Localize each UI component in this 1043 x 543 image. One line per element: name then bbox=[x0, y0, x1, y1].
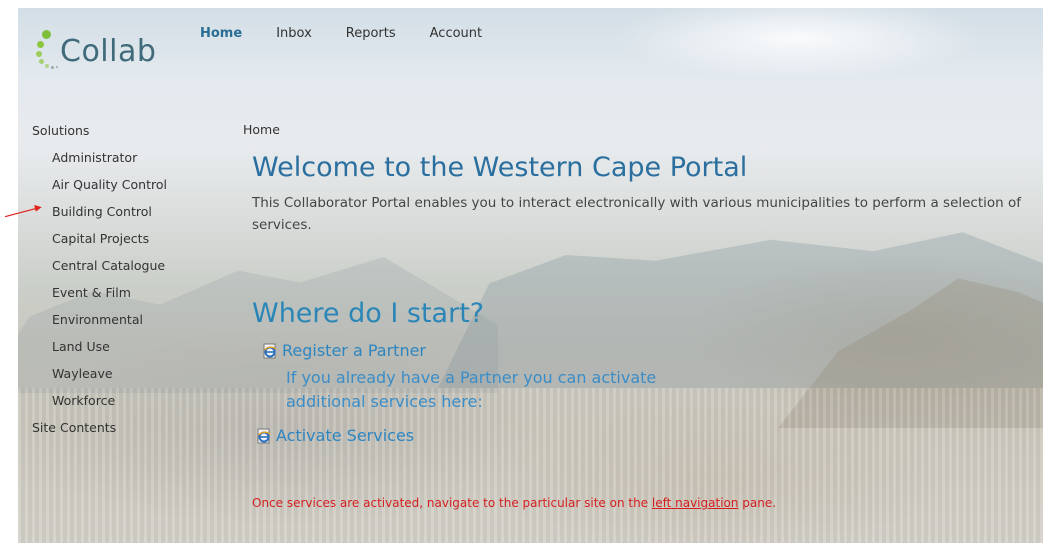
topnav-home[interactable]: Home bbox=[200, 26, 242, 41]
activate-services-label: Activate Services bbox=[276, 426, 415, 445]
start-heading: Where do I start? bbox=[252, 298, 485, 329]
background-mountain-right bbox=[778, 278, 1043, 428]
left-navigation: Solutions Administrator Air Quality Cont… bbox=[32, 123, 167, 447]
portal-page: Collab Home Inbox Reports Account Soluti… bbox=[18, 8, 1043, 543]
sidebar-item-environmental[interactable]: Environmental bbox=[52, 312, 167, 332]
topnav-inbox[interactable]: Inbox bbox=[276, 26, 312, 41]
topnav-reports[interactable]: Reports bbox=[346, 26, 396, 41]
main-content: Welcome to the Western Cape Portal This … bbox=[252, 148, 1032, 236]
sidebar-solutions[interactable]: Solutions bbox=[32, 123, 167, 143]
sidebar-item-administrator[interactable]: Administrator bbox=[52, 150, 167, 170]
ie-page-icon bbox=[263, 343, 277, 358]
existing-partner-line-2: additional services here: bbox=[286, 392, 483, 411]
page-title: Welcome to the Western Cape Portal bbox=[252, 152, 748, 183]
sidebar-item-central-catalogue[interactable]: Central Catalogue bbox=[52, 258, 167, 278]
intro-text: This Collaborator Portal enables you to … bbox=[252, 195, 1022, 233]
sidebar-item-wayleave[interactable]: Wayleave bbox=[52, 366, 167, 386]
register-partner-link[interactable]: Register a Partner bbox=[262, 341, 426, 360]
sidebar-item-event-film[interactable]: Event & Film bbox=[52, 285, 167, 305]
register-partner-label: Register a Partner bbox=[282, 341, 426, 360]
sidebar-item-air-quality-control[interactable]: Air Quality Control bbox=[52, 177, 167, 197]
activation-notice: Once services are activated, navigate to… bbox=[252, 496, 776, 510]
sidebar-item-land-use[interactable]: Land Use bbox=[52, 339, 167, 359]
breadcrumb[interactable]: Home bbox=[243, 122, 280, 137]
topnav-account[interactable]: Account bbox=[430, 26, 483, 41]
sidebar-item-capital-projects[interactable]: Capital Projects bbox=[52, 231, 167, 251]
activate-services-link[interactable]: Activate Services bbox=[256, 426, 414, 445]
ie-page-icon bbox=[257, 428, 271, 443]
sidebar-item-building-control[interactable]: Building Control bbox=[52, 204, 167, 224]
notice-text-after: pane. bbox=[738, 496, 777, 510]
sidebar-item-workforce[interactable]: Workforce bbox=[52, 393, 167, 413]
notice-text-before: Once services are activated, navigate to… bbox=[252, 496, 652, 510]
existing-partner-line-1: If you already have a Partner you can ac… bbox=[286, 368, 657, 387]
left-navigation-link[interactable]: left navigation bbox=[652, 496, 739, 510]
sidebar-site-contents[interactable]: Site Contents bbox=[32, 420, 167, 440]
collab-logo[interactable]: Collab bbox=[34, 22, 174, 74]
top-navigation: Home Inbox Reports Account bbox=[200, 26, 516, 41]
logo-text: Collab bbox=[60, 34, 157, 69]
existing-partner-text: If you already have a Partner you can ac… bbox=[286, 366, 656, 414]
